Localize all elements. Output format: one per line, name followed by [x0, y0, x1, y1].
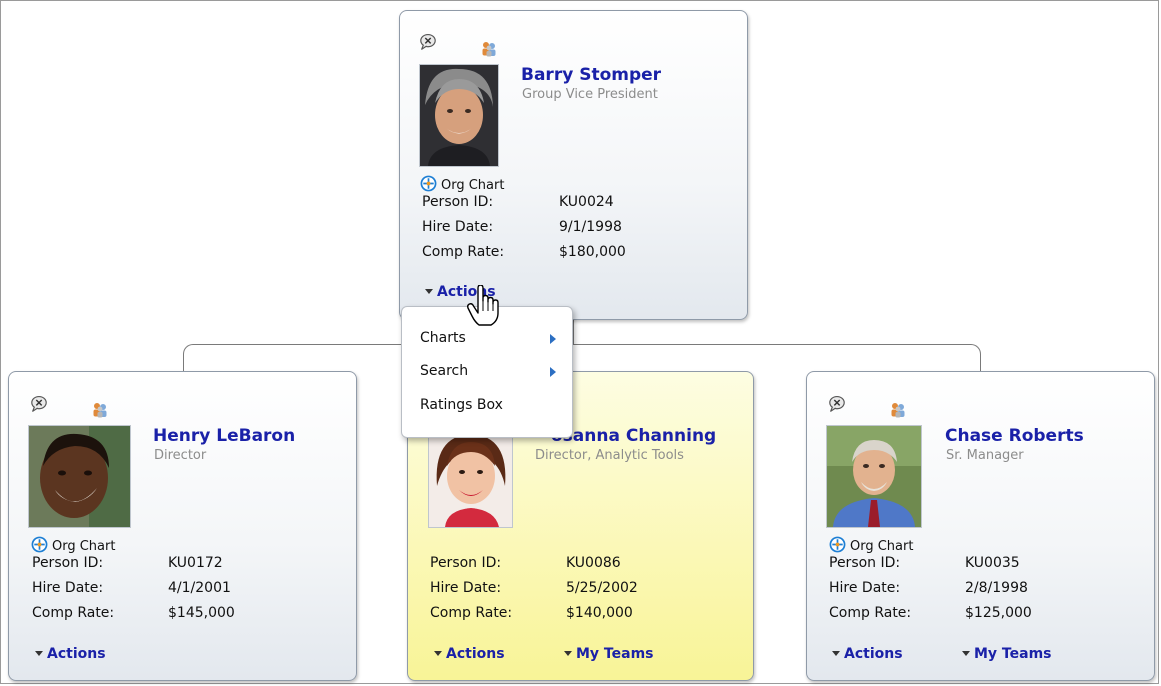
employee-title: Group Vice President [522, 87, 658, 102]
chevron-down-icon [425, 289, 433, 294]
comp-rate-value: $180,000 [559, 244, 626, 260]
close-bubble-icon[interactable] [419, 33, 437, 51]
menu-item-charts[interactable]: Charts [420, 330, 466, 346]
submenu-arrow-icon [550, 367, 556, 377]
employee-title: Sr. Manager [946, 448, 1024, 463]
hire-date-value: 9/1/1998 [559, 219, 622, 235]
hire-date-label: Hire Date: [32, 580, 104, 596]
hire-date-value: 4/1/2001 [168, 580, 231, 596]
my-teams-menu-button[interactable]: My Teams [962, 646, 1052, 662]
my-teams-menu-button[interactable]: My Teams [564, 646, 654, 662]
target-crosshair-icon [420, 175, 437, 192]
hire-date-label: Hire Date: [829, 580, 901, 596]
actions-label: Actions [446, 646, 505, 662]
avatar [28, 425, 131, 528]
avatar [419, 64, 499, 167]
person-id-value: KU0035 [965, 555, 1020, 571]
employee-name[interactable]: osanna Channing [551, 426, 716, 446]
avatar [826, 425, 922, 528]
comp-rate-value: $125,000 [965, 605, 1032, 621]
target-crosshair-icon [829, 536, 846, 553]
employee-name[interactable]: Barry Stomper [521, 65, 661, 85]
org-chart-link[interactable]: Org Chart [31, 536, 115, 554]
employee-card-henry: Henry LeBaron Director Org Chart Person … [8, 371, 357, 681]
hire-date-value: 2/8/1998 [965, 580, 1028, 596]
person-id-label: Person ID: [430, 555, 502, 571]
employee-title: Director, Analytic Tools [535, 448, 684, 463]
hand-pointer-icon [467, 285, 499, 326]
employee-name[interactable]: Henry LeBaron [153, 426, 295, 446]
comp-rate-value: $140,000 [566, 605, 633, 621]
chevron-down-icon [832, 651, 840, 656]
avatar [428, 425, 513, 528]
actions-menu-button[interactable]: Actions [832, 646, 903, 662]
menu-item-ratings-box[interactable]: Ratings Box [420, 397, 503, 413]
close-bubble-icon[interactable] [828, 395, 846, 413]
comp-rate-label: Comp Rate: [430, 605, 513, 621]
submenu-arrow-icon [550, 334, 556, 344]
person-id-value: KU0172 [168, 555, 223, 571]
person-id-value: KU0086 [566, 555, 621, 571]
manager-card: Barry Stomper Group Vice President Org C… [399, 10, 748, 320]
org-chart-label: Org Chart [52, 539, 116, 554]
comp-rate-label: Comp Rate: [422, 244, 505, 260]
my-teams-label: My Teams [576, 646, 654, 662]
comp-rate-label: Comp Rate: [32, 605, 115, 621]
my-teams-label: My Teams [974, 646, 1052, 662]
actions-menu-button[interactable]: Actions [35, 646, 106, 662]
chevron-down-icon [564, 651, 572, 656]
comp-rate-value: $145,000 [168, 605, 235, 621]
actions-menu-button[interactable]: Actions [434, 646, 505, 662]
employee-title: Director [154, 448, 207, 463]
comp-rate-label: Comp Rate: [829, 605, 912, 621]
close-bubble-icon[interactable] [30, 395, 48, 413]
chevron-down-icon [434, 651, 442, 656]
people-group-icon[interactable] [481, 41, 497, 57]
org-chart-connector [183, 344, 981, 371]
people-group-icon[interactable] [92, 402, 108, 418]
chevron-down-icon [962, 651, 970, 656]
employee-card-chase: Chase Roberts Sr. Manager Org Chart Pers… [806, 371, 1155, 681]
employee-name[interactable]: Chase Roberts [945, 426, 1084, 446]
people-group-icon[interactable] [890, 402, 906, 418]
actions-label: Actions [47, 646, 106, 662]
hire-date-label: Hire Date: [430, 580, 502, 596]
actions-label: Actions [844, 646, 903, 662]
hire-date-label: Hire Date: [422, 219, 494, 235]
person-id-label: Person ID: [422, 194, 494, 210]
org-chart-link[interactable]: Org Chart [420, 175, 504, 193]
menu-item-search[interactable]: Search [420, 363, 468, 379]
person-id-label: Person ID: [32, 555, 104, 571]
hire-date-value: 5/25/2002 [566, 580, 638, 596]
person-id-value: KU0024 [559, 194, 614, 210]
target-crosshair-icon [31, 536, 48, 553]
chevron-down-icon [35, 651, 43, 656]
person-id-label: Person ID: [829, 555, 901, 571]
org-chart-connector-stem [573, 320, 574, 344]
org-chart-label: Org Chart [441, 178, 505, 193]
org-chart-link[interactable]: Org Chart [829, 536, 913, 554]
org-chart-label: Org Chart [850, 539, 914, 554]
